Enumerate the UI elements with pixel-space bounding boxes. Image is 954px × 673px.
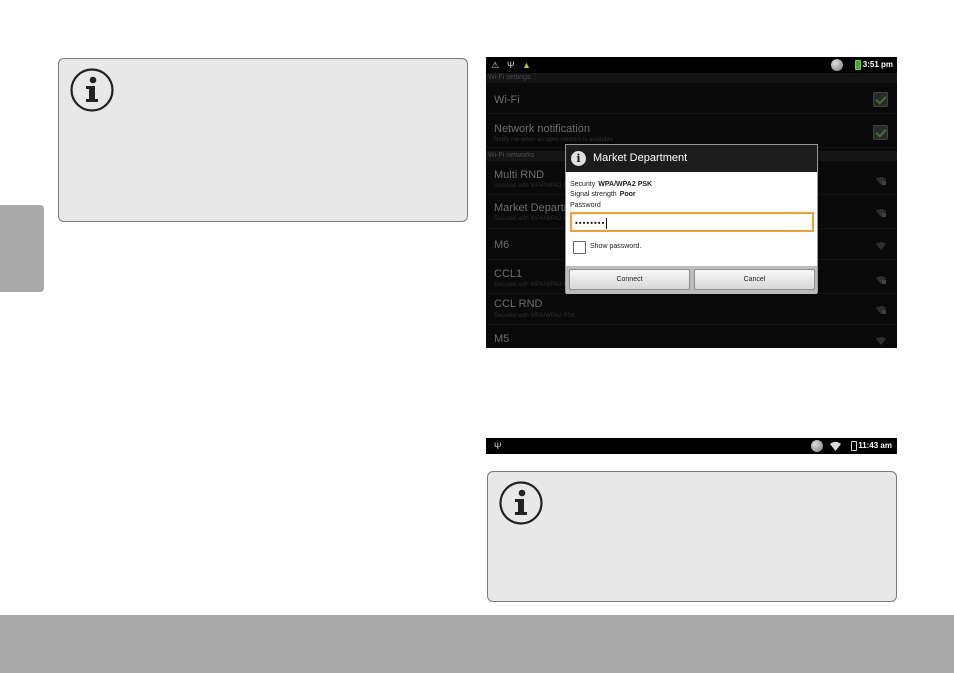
note-box-2 (487, 471, 897, 602)
connected-status-bar: Ψ 11:43 am (486, 438, 897, 454)
manual-page: ⚠ Ψ ▲ 3:51 pm Wi-Fi settings Wi-Fi Netwo… (0, 0, 954, 673)
security-value: WPA/WPA2 PSK (598, 181, 653, 188)
info-icon: i (571, 151, 586, 166)
battery-icon (855, 60, 861, 70)
wifi-settings-screenshot: ⚠ Ψ ▲ 3:51 pm Wi-Fi settings Wi-Fi Netwo… (486, 57, 897, 348)
wifi-icon (830, 441, 841, 451)
password-input[interactable]: •••••••• (570, 212, 814, 232)
dialog-title: Market Department (593, 152, 688, 164)
warning-icon: ⚠ (491, 60, 500, 70)
show-password-checkbox[interactable] (573, 241, 586, 254)
show-password-label: Show password. (590, 243, 642, 250)
text-cursor (606, 218, 608, 229)
globe-icon (811, 440, 823, 452)
dialog-header: i Market Department (566, 145, 817, 172)
info-icon (499, 481, 543, 525)
status-time: 11:43 am (858, 441, 892, 450)
signal-value: Poor (619, 191, 636, 198)
info-icon (70, 68, 114, 112)
signal-line: Signal strength Poor (570, 191, 636, 198)
dialog-body: Security WPA/WPA2 PSK Signal strength Poor… (566, 172, 817, 266)
android-icon: ▲ (522, 60, 531, 70)
globe-icon (831, 59, 843, 71)
security-label: Security (570, 181, 596, 188)
note-box-1 (58, 58, 468, 222)
usb-icon: Ψ (507, 60, 515, 70)
dialog-footer: Connect Cancel (566, 266, 817, 294)
status-bar: ⚠ Ψ ▲ 3:51 pm (486, 57, 897, 73)
security-line: Security WPA/WPA2 PSK (570, 181, 652, 188)
signal-label: Signal strength (570, 191, 617, 198)
chapter-side-tab (0, 205, 44, 292)
battery-icon (851, 441, 857, 451)
usb-icon: Ψ (494, 441, 502, 451)
page-footer-bar (0, 615, 954, 673)
password-value: •••••••• (575, 218, 606, 228)
connect-button[interactable]: Connect (569, 269, 690, 290)
cancel-button[interactable]: Cancel (694, 269, 815, 290)
wifi-connect-dialog: i Market Department Security WPA/WPA2 PSK… (565, 144, 818, 294)
status-time: 3:51 pm (862, 60, 893, 69)
password-label: Password (570, 202, 601, 209)
